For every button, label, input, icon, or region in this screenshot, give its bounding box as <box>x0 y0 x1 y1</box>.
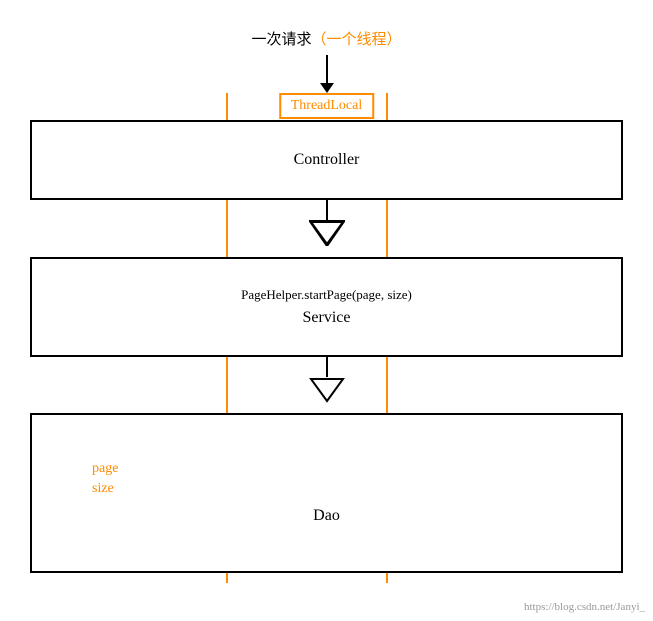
arrow-head-1 <box>320 83 334 93</box>
top-label-orange: （一个线程） <box>312 32 402 48</box>
top-label: 一次请求（一个线程） <box>251 28 401 49</box>
dao-box: page size Dao <box>30 413 623 573</box>
controller-box: Controller <box>30 120 623 200</box>
service-box: PageHelper.startPage(page, size) Service <box>30 257 623 357</box>
arrow-line-1 <box>326 55 328 83</box>
service-top-text: PageHelper.startPage(page, size) <box>241 287 412 303</box>
top-label-cn: 一次请求 <box>251 32 311 48</box>
dao-page-text: page <box>92 461 118 477</box>
arrow-line-3 <box>326 357 328 377</box>
threadlocal-label: ThreadLocal <box>291 98 363 113</box>
arrow-line-2 <box>326 200 328 220</box>
diagram-container: 一次请求（一个线程） ThreadLocal Controller PageHe… <box>0 0 653 621</box>
dao-size-text: size <box>92 481 114 497</box>
arrow-service-to-dao <box>309 357 345 403</box>
service-label: Service <box>303 309 351 327</box>
dao-label: Dao <box>313 507 340 525</box>
arrow-controller-to-service <box>309 200 345 246</box>
threadlocal-box: ThreadLocal <box>279 93 375 119</box>
arrow-to-threadlocal <box>320 55 334 93</box>
hollow-arrow-2 <box>309 377 345 403</box>
hollow-arrow-1 <box>309 220 345 246</box>
watermark: https://blog.csdn.net/Janyi_ <box>524 601 645 613</box>
controller-label: Controller <box>294 151 360 169</box>
